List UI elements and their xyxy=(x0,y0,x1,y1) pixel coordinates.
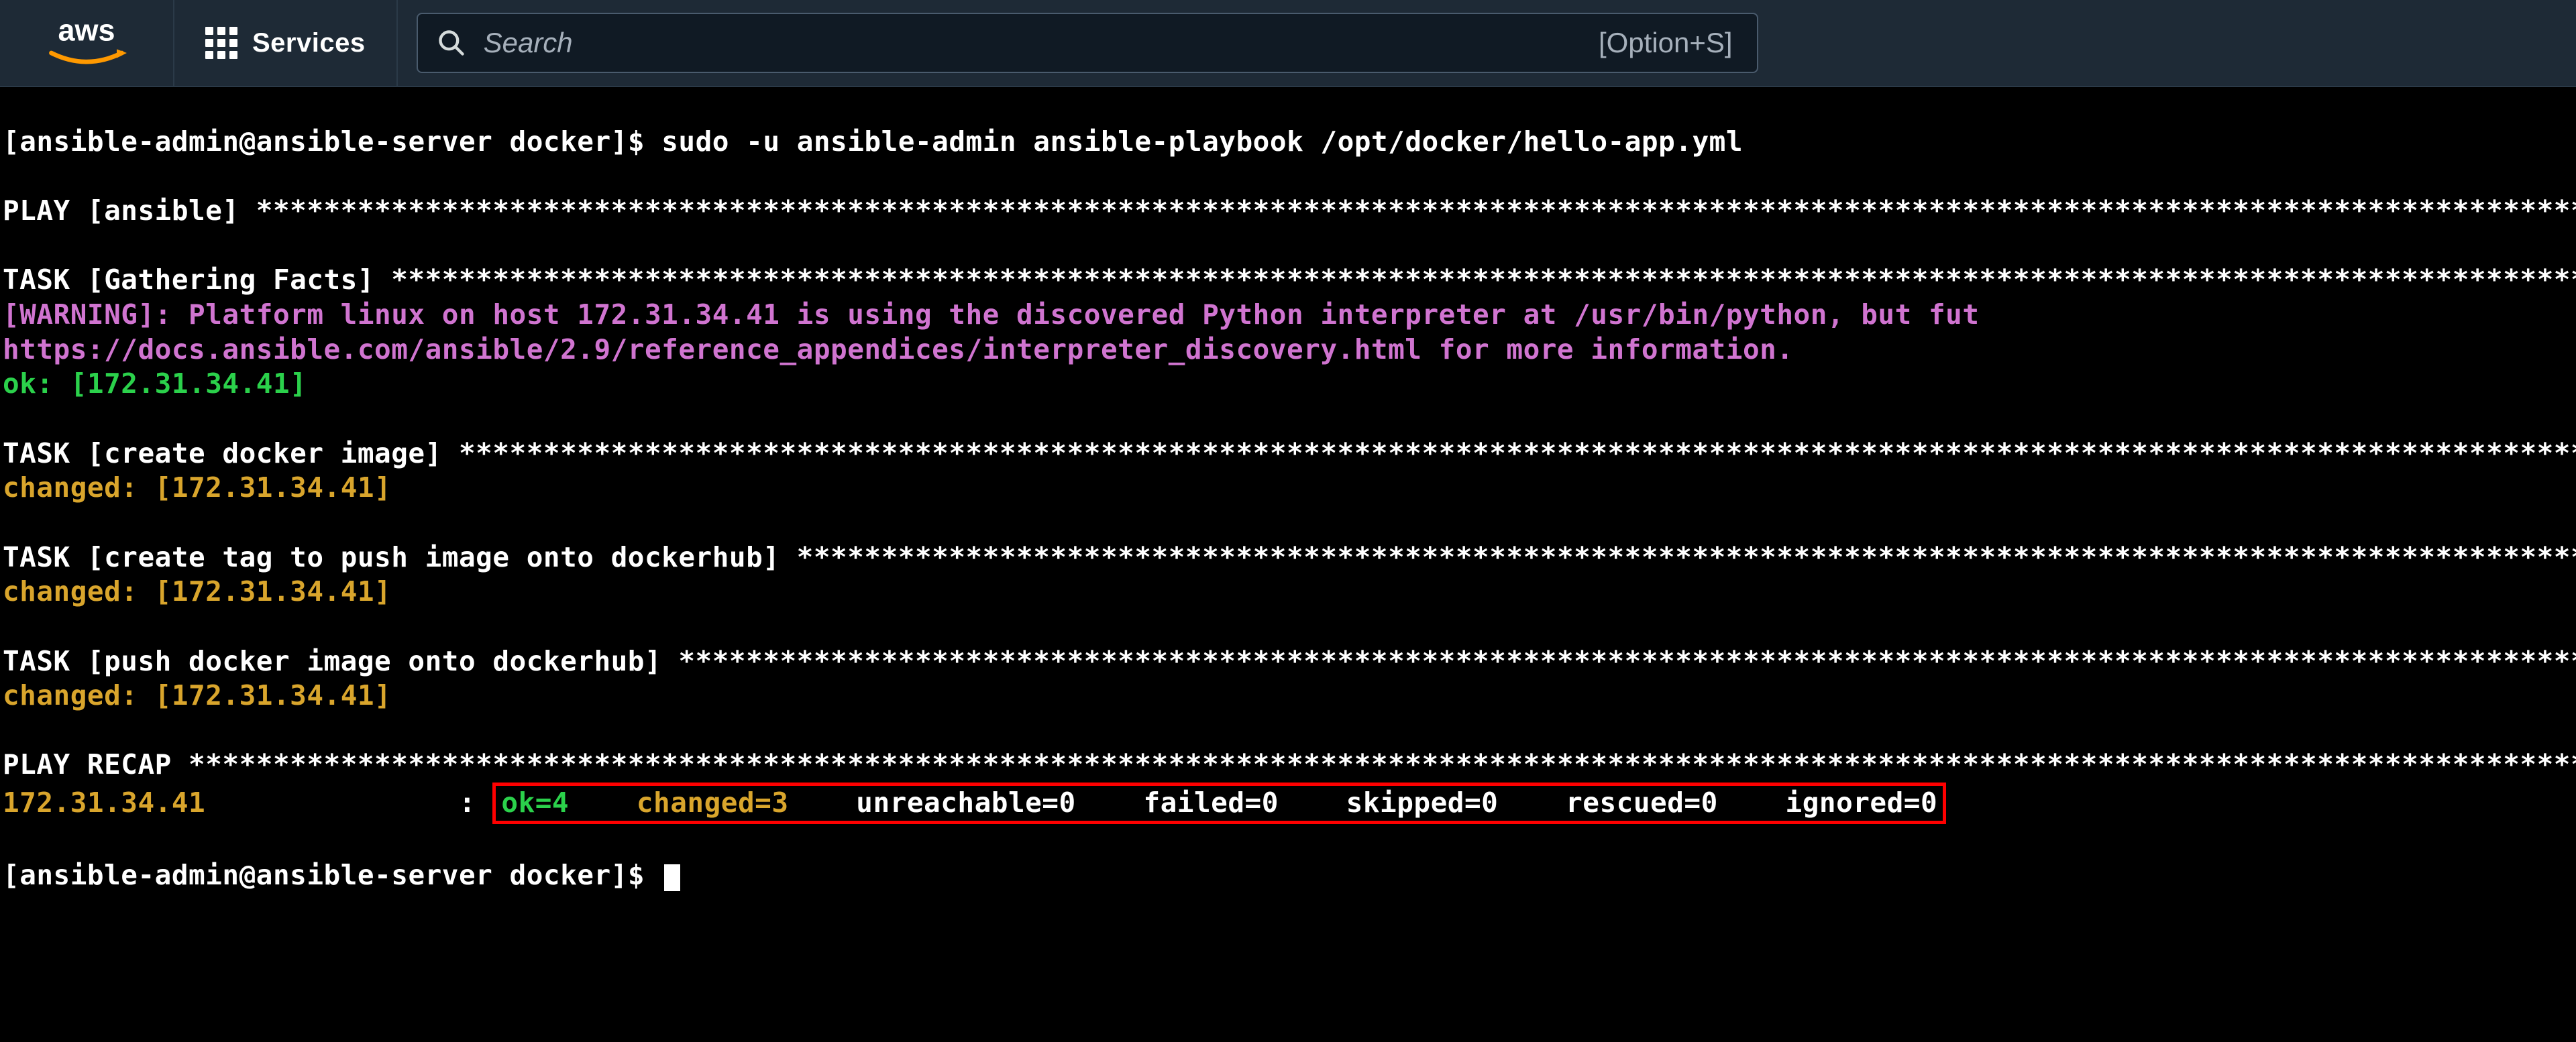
services-label: Services xyxy=(252,28,366,58)
task-header-push: TASK [push docker image onto dockerhub] … xyxy=(3,645,2576,677)
command-text: sudo -u ansible-admin ansible-playbook /… xyxy=(661,125,1743,158)
warning-line-1: [WARNING]: Platform linux on host 172.31… xyxy=(3,298,1980,331)
aws-console-header: aws Services [Option+S] xyxy=(0,0,2576,87)
prompt-line-2[interactable]: [ansible-admin@ansible-server docker]$ xyxy=(3,859,661,891)
warning-line-2: https://docs.ansible.com/ansible/2.9/ref… xyxy=(3,333,1794,365)
task-status-changed-2: changed: [172.31.34.41] xyxy=(3,575,391,607)
recap-summary-box: ok=4 changed=3 unreachable=0 failed=0 sk… xyxy=(492,783,1946,824)
aws-logo[interactable]: aws xyxy=(0,0,174,86)
global-search[interactable]: [Option+S] xyxy=(417,13,1758,73)
recap-ok: ok=4 xyxy=(501,787,569,819)
recap-skipped: skipped=0 xyxy=(1346,787,1499,819)
search-input[interactable] xyxy=(484,27,1581,59)
recap-host: 172.31.34.41 xyxy=(3,787,205,819)
task-status-changed-3: changed: [172.31.34.41] xyxy=(3,679,391,711)
task-header-create-image: TASK [create docker image] *************… xyxy=(3,437,2576,469)
cursor-icon xyxy=(664,864,680,891)
prompt-line: [ansible-admin@ansible-server docker]$ xyxy=(3,125,661,158)
task-status-changed-1: changed: [172.31.34.41] xyxy=(3,471,391,504)
search-shortcut-hint: [Option+S] xyxy=(1599,27,1738,59)
play-recap-header: PLAY RECAP *****************************… xyxy=(3,748,2576,780)
services-menu-button[interactable]: Services xyxy=(174,0,398,86)
svg-text:aws: aws xyxy=(58,13,115,47)
grid-icon xyxy=(205,27,237,59)
recap-changed: changed=3 xyxy=(637,787,789,819)
play-header: PLAY [ansible] *************************… xyxy=(3,194,2576,227)
aws-logo-icon: aws xyxy=(36,13,137,73)
recap-rescued: rescued=0 xyxy=(1566,787,1718,819)
recap-failed: failed=0 xyxy=(1143,787,1278,819)
task-header-create-tag: TASK [create tag to push image onto dock… xyxy=(3,541,2576,573)
recap-ignored: ignored=0 xyxy=(1786,787,1938,819)
search-icon xyxy=(437,28,466,58)
task-status-ok: ok: [172.31.34.41] xyxy=(3,367,307,400)
terminal-output: [ansible-admin@ansible-server docker]$ s… xyxy=(0,87,2576,893)
task-header-gathering: TASK [Gathering Facts] *****************… xyxy=(3,264,2576,296)
recap-unreachable: unreachable=0 xyxy=(856,787,1075,819)
